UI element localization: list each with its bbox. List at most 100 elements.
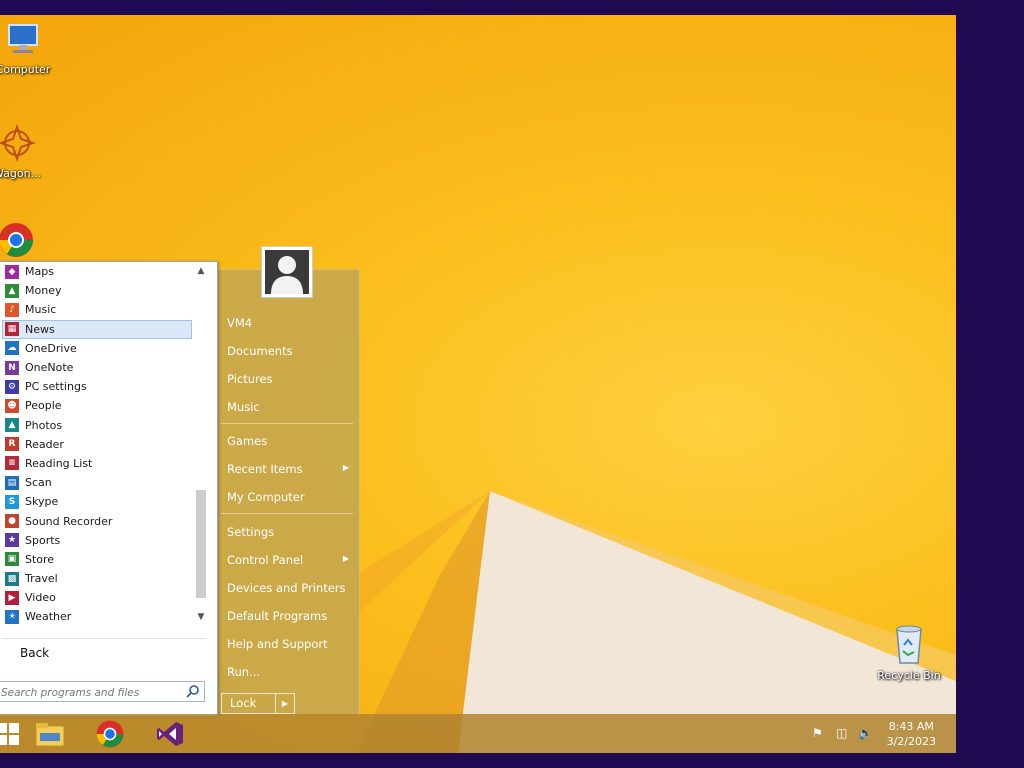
program-label: People [25, 399, 62, 413]
program-label: Sports [25, 533, 61, 547]
start-item-my-computer[interactable]: My Computer [227, 490, 355, 504]
taskbar-file-explorer[interactable] [30, 716, 70, 752]
program-label: OneNote [25, 361, 74, 375]
travel-icon: ▩ [5, 571, 19, 586]
volume-icon[interactable]: 🔈 [858, 726, 873, 740]
network-icon[interactable]: ◫ [836, 726, 847, 740]
program-label: Music [25, 303, 57, 317]
desktop-icon-label: Recycle Bin [877, 669, 941, 682]
start-item-default-programs[interactable]: Default Programs [227, 609, 355, 623]
program-item-photos[interactable]: ▲ Photos [2, 416, 192, 435]
program-label: Reading List [25, 456, 93, 470]
program-label: Skype [25, 495, 59, 509]
store-icon: ▣ [5, 552, 19, 567]
skype-icon: S [5, 494, 19, 509]
lock-button[interactable]: Lock [221, 693, 276, 714]
program-item-scan[interactable]: ▤ Scan [2, 473, 192, 492]
recycle-bin-icon [896, 625, 922, 664]
taskbar: ⚑ ◫ 🔈 8:43 AM 3/2/2023 [0, 714, 956, 753]
program-label: Video [25, 591, 56, 605]
news-icon: ▦ [5, 322, 19, 337]
program-label: News [25, 322, 55, 336]
program-item-news[interactable]: ▦ News [2, 319, 192, 339]
search-icon[interactable] [186, 684, 200, 698]
program-item-weather[interactable]: ☀ Weather [2, 607, 192, 626]
music-icon: ♪ [5, 302, 19, 317]
start-item-label: Devices and Printers [227, 581, 346, 595]
program-label: Scan [25, 476, 52, 490]
video-icon: ▶ [5, 590, 19, 605]
weather-icon: ☀ [5, 609, 19, 624]
scroll-up-arrow-icon[interactable]: ▲ [194, 264, 208, 278]
start-item-games[interactable]: Games [227, 434, 355, 448]
program-label: Weather [25, 610, 72, 624]
start-item-label: Run... [227, 665, 261, 679]
start-menu-left-pane: ◆ Maps ▲ Money ♪ Music ▦ News ☁ OneDrive N OneNote ⚙… [0, 261, 218, 717]
start-item-devices-printers[interactable]: Devices and Printers [227, 581, 355, 595]
start-button[interactable] [0, 716, 28, 752]
program-item-onedrive[interactable]: ☁ OneDrive [2, 339, 192, 358]
power-options-arrow-icon[interactable]: ▶ [276, 693, 295, 714]
start-item-help-support[interactable]: Help and Support [227, 637, 355, 651]
start-item-label: Documents [227, 344, 293, 358]
program-item-skype[interactable]: S Skype [2, 492, 192, 511]
photos-icon: ▲ [5, 418, 19, 433]
program-item-pc-settings[interactable]: ⚙ PC settings [2, 377, 192, 396]
visual-studio-icon [157, 722, 183, 746]
desktop-icon-label: Wagon... [0, 167, 42, 180]
start-item-recent-items[interactable]: Recent Items ▶ [227, 462, 355, 476]
start-item-label: Games [227, 434, 268, 448]
start-item-label: Settings [227, 525, 275, 539]
start-item-documents[interactable]: Documents [227, 344, 355, 358]
program-item-onenote[interactable]: N OneNote [2, 358, 192, 377]
money-icon: ▲ [5, 283, 19, 298]
start-item-user[interactable]: VM4 [227, 316, 355, 330]
people-icon: ☻ [5, 398, 19, 413]
wagon-icon [0, 123, 37, 163]
program-item-sound-recorder[interactable]: ● Sound Recorder [2, 511, 192, 530]
program-item-money[interactable]: ▲ Money [2, 281, 192, 300]
taskbar-clock[interactable]: 8:43 AM 3/2/2023 [887, 719, 936, 749]
sound-recorder-icon: ● [5, 514, 19, 529]
divider [221, 423, 353, 424]
start-item-music[interactable]: Music [227, 400, 355, 414]
start-item-label: Help and Support [227, 637, 328, 651]
back-button[interactable]: Back [20, 646, 49, 660]
desktop-icon-recycle-bin[interactable]: Recycle Bin [864, 621, 954, 682]
divider [2, 638, 206, 639]
scroll-thumb[interactable] [196, 490, 206, 598]
desktop: Computer Wagon... Recycle Bin [0, 15, 956, 753]
search-box[interactable] [0, 681, 205, 702]
start-item-label: Default Programs [227, 609, 328, 623]
program-item-people[interactable]: ☻ People [2, 396, 192, 415]
action-center-flag-icon[interactable]: ⚑ [812, 726, 823, 740]
start-menu: ◆ Maps ▲ Money ♪ Music ▦ News ☁ OneDrive N OneNote ⚙… [0, 246, 360, 717]
start-item-pictures[interactable]: Pictures [227, 372, 355, 386]
submenu-arrow-icon: ▶ [342, 554, 349, 563]
user-avatar[interactable] [261, 246, 313, 298]
search-input[interactable] [0, 683, 183, 702]
start-item-label: My Computer [227, 490, 305, 504]
submenu-arrow-icon: ▶ [342, 463, 349, 472]
desktop-icon-computer[interactable]: Computer [0, 23, 68, 76]
program-item-travel[interactable]: ▩ Travel [2, 569, 192, 588]
scroll-down-arrow-icon[interactable]: ▼ [194, 610, 208, 624]
program-item-maps[interactable]: ◆ Maps [2, 262, 192, 281]
program-item-reading-list[interactable]: ≡ Reading List [2, 454, 192, 473]
start-item-run[interactable]: Run... [227, 665, 355, 679]
start-item-control-panel[interactable]: Control Panel ▶ [227, 553, 355, 567]
desktop-icon-wagon[interactable]: Wagon... [0, 123, 62, 180]
program-item-reader[interactable]: R Reader [2, 435, 192, 454]
program-item-store[interactable]: ▣ Store [2, 550, 192, 569]
taskbar-chrome[interactable] [90, 716, 130, 752]
program-item-music[interactable]: ♪ Music [2, 300, 192, 319]
programs-scrollbar[interactable]: ▲ ▼ [194, 264, 208, 624]
program-item-video[interactable]: ▶ Video [2, 588, 192, 607]
start-item-settings[interactable]: Settings [227, 525, 355, 539]
program-item-sports[interactable]: ★ Sports [2, 531, 192, 550]
program-label: Reader [25, 437, 64, 451]
taskbar-visual-studio[interactable] [150, 716, 190, 752]
maps-icon: ◆ [5, 264, 19, 279]
programs-list: ◆ Maps ▲ Money ♪ Music ▦ News ☁ OneDrive N OneNote ⚙… [2, 262, 192, 627]
program-label: Money [25, 284, 62, 298]
